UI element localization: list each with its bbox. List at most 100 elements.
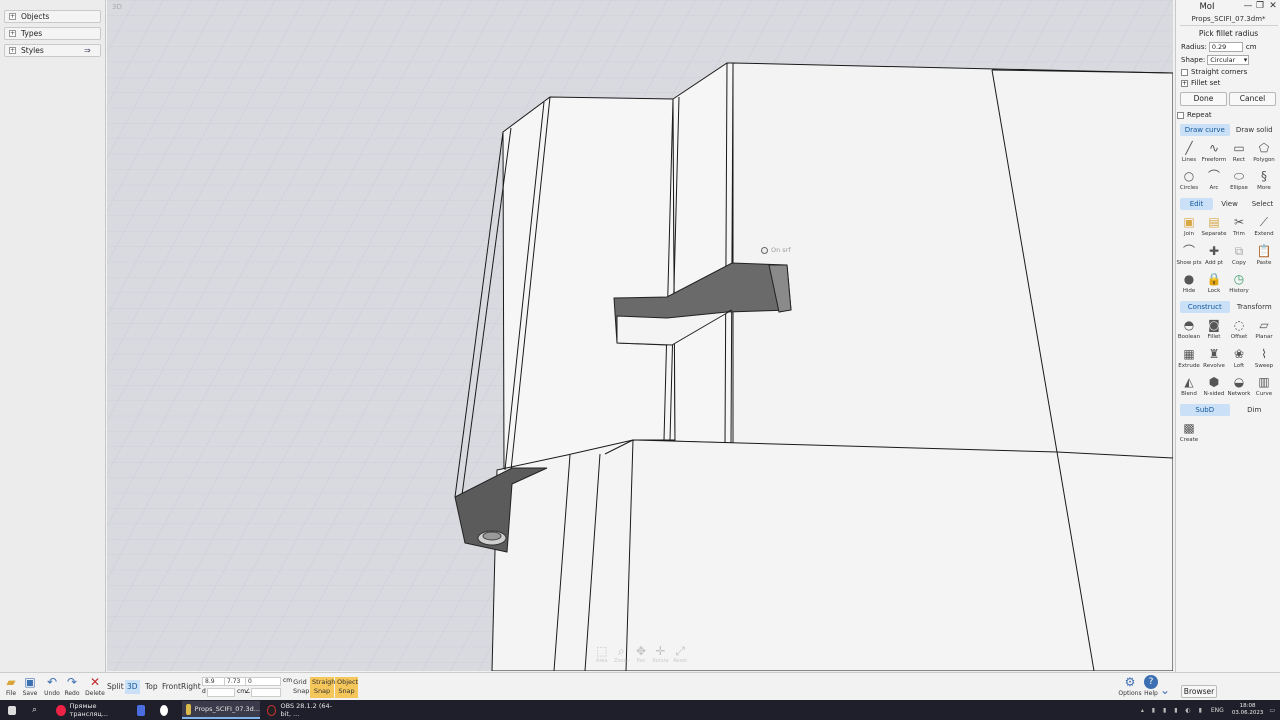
nav-zoom-button[interactable]: ⌕ Zoom [612, 645, 630, 669]
extend-tool[interactable]: ⟋ Extend [1252, 214, 1276, 241]
more-tool[interactable]: § More [1252, 168, 1276, 195]
cancel-button[interactable]: Cancel [1229, 92, 1276, 106]
n-sided-icon: ⬢ [1208, 375, 1220, 389]
objects-section[interactable]: + Objects [4, 10, 101, 23]
loft-icon: ❀ [1233, 347, 1245, 361]
undo-button[interactable]: ↶ Undo [41, 675, 63, 700]
sweep-tool[interactable]: ⌇ Sweep [1252, 346, 1276, 373]
angle-icon: ∠ [245, 688, 251, 695]
freeform-tool[interactable]: ∿ Freeform [1202, 140, 1227, 167]
n-sided-tool[interactable]: ⬢ N-sided [1202, 374, 1226, 401]
tab-draw-solid[interactable]: Draw solid [1230, 124, 1280, 136]
taskbar-app-moi[interactable]: Props_SCIFI_07.3d... [182, 701, 260, 719]
styles-section[interactable]: + Styles ⇒ [4, 44, 101, 57]
tab-draw-curve[interactable]: Draw curve [1180, 124, 1230, 136]
nav-area-button[interactable]: ⬚ Area [593, 645, 611, 669]
tab-edit[interactable]: Edit [1180, 198, 1213, 210]
hide-tool[interactable]: ● Hide [1177, 271, 1201, 298]
close-window-button[interactable]: ✕ [1267, 1, 1279, 13]
tab-dim[interactable]: Dim [1230, 404, 1280, 416]
grid-snap-toggle[interactable]: Grid Snap [291, 677, 309, 698]
circles-tool[interactable]: ○ Circles [1177, 168, 1201, 195]
start-button[interactable] [4, 701, 20, 719]
coord-x[interactable]: 8.9 [202, 677, 226, 686]
lines-tool[interactable]: ╱ Lines [1177, 140, 1201, 167]
copy-tool[interactable]: ⧉ Copy [1227, 243, 1251, 270]
repeat-option[interactable]: Repeat [1177, 111, 1212, 119]
search-button[interactable]: ⌕ [28, 701, 44, 719]
paste-tool[interactable]: 📋 Paste [1252, 243, 1276, 270]
taskbar-app-browser[interactable]: Прямые трансляц... [52, 701, 128, 719]
view-top[interactable]: Top [143, 680, 160, 694]
lock-tool[interactable]: 🔒 Lock [1202, 271, 1226, 298]
subd-create-tool[interactable]: ▩ Create [1177, 420, 1201, 447]
blend-tool[interactable]: ◭ Blend [1177, 374, 1201, 401]
language-indicator[interactable]: ENG [1211, 707, 1224, 714]
taskbar-app-obs[interactable]: OBS 28.1.2 (64-bit, ... [263, 701, 339, 719]
angle-input[interactable] [251, 688, 281, 697]
boolean-tool[interactable]: ◓ Boolean [1177, 317, 1201, 344]
nav-reset-button[interactable]: ⤢ Reset [671, 645, 689, 669]
ellipse-tool[interactable]: ⬭ Ellipse [1227, 168, 1251, 195]
join-tool[interactable]: ▣ Join [1177, 214, 1201, 241]
collapse-button[interactable]: ⌄ [1158, 675, 1172, 700]
coord-y[interactable]: 7.73 [224, 677, 246, 686]
fillet-tool[interactable]: ◙ Fillet [1202, 317, 1226, 344]
straight-corners-checkbox[interactable] [1181, 68, 1188, 76]
taskbar-app-media[interactable] [133, 701, 149, 719]
minimize-button[interactable]: — [1242, 1, 1254, 13]
tray-icons[interactable]: ▴ ▮ ▮ ▮ ◐ ▮ [1141, 707, 1205, 714]
nav-pan-button[interactable]: ✥ Pan [632, 645, 650, 669]
arc-tool[interactable]: ⌒ Arc [1202, 168, 1226, 195]
revolve-tool[interactable]: ♜ Revolve [1202, 346, 1226, 373]
browser-button[interactable]: Browser [1181, 685, 1217, 698]
view-split[interactable]: Split [105, 680, 126, 694]
planar-tool[interactable]: ▱ Planar [1252, 317, 1276, 344]
3d-viewport[interactable]: 3D On srf ⬚ Area ⌕ Zoom ✥ Pan ✛ Rotate ⤢ Rese… [107, 0, 1173, 671]
coord-z[interactable]: 0 [245, 677, 281, 686]
notification-icon[interactable]: ▭ [1269, 707, 1275, 714]
straight-snap-toggle[interactable]: Straight Snap [310, 677, 338, 698]
view-right[interactable]: Right [179, 680, 203, 694]
polygon-tool[interactable]: ⬠ Polygon [1252, 140, 1276, 167]
object-snap-toggle[interactable]: Object Snap [335, 677, 358, 698]
taskbar-app-yandex[interactable] [156, 701, 172, 719]
rect-tool[interactable]: ▭ Rect [1227, 140, 1251, 167]
expand-icon[interactable]: + [1181, 79, 1188, 87]
add-pt-tool[interactable]: ✚ Add pt [1202, 243, 1226, 270]
tab-transform[interactable]: Transform [1230, 301, 1280, 313]
done-button[interactable]: Done [1180, 92, 1227, 106]
repeat-checkbox[interactable] [1177, 111, 1184, 119]
polygon-icon: ⬠ [1258, 141, 1270, 155]
tab-construct[interactable]: Construct [1180, 301, 1230, 313]
tab-view[interactable]: View [1213, 198, 1246, 210]
tab-subd[interactable]: SubD [1180, 404, 1230, 416]
types-section[interactable]: + Types [4, 27, 101, 40]
delete-button[interactable]: ✕ Delete [84, 675, 106, 700]
network-tool[interactable]: ◒ Network [1227, 374, 1251, 401]
view-3d[interactable]: 3D [125, 680, 140, 694]
show-pts-tool[interactable]: ⌒ Show pts [1176, 243, 1201, 270]
offset-tool[interactable]: ◌ Offset [1227, 317, 1251, 344]
expand-icon: + [9, 13, 16, 20]
arrow-right-icon[interactable]: ⇒ [84, 47, 94, 55]
distance-input[interactable] [207, 688, 235, 697]
fillet-set-option[interactable]: + Fillet set [1181, 79, 1220, 87]
shape-select[interactable]: Circular [1207, 55, 1250, 65]
trim-tool[interactable]: ✂ Trim [1227, 214, 1251, 241]
separate-tool[interactable]: ▤ Separate [1202, 214, 1227, 241]
save-button[interactable]: ▣ Save [19, 675, 41, 700]
clock[interactable]: 18:08 03.06.2023 [1232, 703, 1264, 717]
tab-select[interactable]: Select [1246, 198, 1279, 210]
options-button[interactable]: ⚙ Options [1118, 675, 1141, 700]
curve-tool[interactable]: ▥ Curve [1252, 374, 1276, 401]
loft-tool[interactable]: ❀ Loft [1227, 346, 1251, 373]
radius-input[interactable]: 0.29 [1208, 42, 1243, 52]
maximize-button[interactable]: ❐ [1254, 1, 1266, 13]
extrude-tool[interactable]: ▦ Extrude [1177, 346, 1201, 373]
history-tool[interactable]: ◷ History [1227, 271, 1251, 298]
straight-corners-option[interactable]: Straight corners [1181, 68, 1247, 76]
nav-rotate-button[interactable]: ✛ Rotate [652, 645, 670, 669]
redo-button[interactable]: ↷ Redo [61, 675, 83, 700]
osnap-hint: On srf [761, 246, 791, 254]
